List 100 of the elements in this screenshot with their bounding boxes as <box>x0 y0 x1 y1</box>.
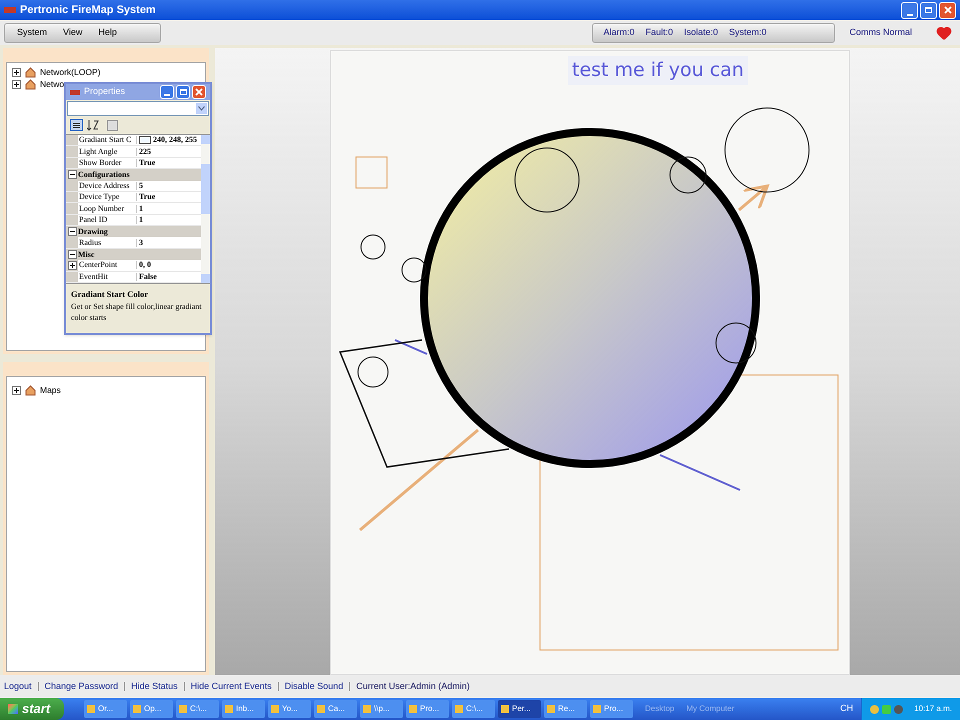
taskbar-button[interactable]: Re... <box>544 700 587 718</box>
sort-alphabetical-icon[interactable] <box>87 119 99 131</box>
taskbar-button[interactable]: Op... <box>130 700 173 718</box>
taskbar-button[interactable]: Pro... <box>590 700 633 718</box>
color-swatch <box>139 136 151 144</box>
toolbar-label[interactable]: My Computer <box>686 703 734 715</box>
house-icon <box>25 79 36 90</box>
property-name: Light Angle <box>78 148 118 156</box>
maximize-button[interactable] <box>920 2 937 18</box>
toolbar-label[interactable]: Desktop <box>645 703 674 715</box>
menu-item[interactable]: View <box>63 26 82 40</box>
arrow-shape[interactable] <box>738 184 769 212</box>
circle-shape[interactable] <box>360 234 386 260</box>
expander-icon[interactable] <box>12 80 21 89</box>
property-value: 1 <box>139 204 143 213</box>
expander-icon[interactable] <box>68 250 76 260</box>
property-value: 3 <box>139 238 143 247</box>
scrollbar[interactable] <box>201 135 210 283</box>
description-text: Get or Set shape fill color,linear gradiant color starts <box>71 300 203 323</box>
minimize-button[interactable] <box>901 2 918 18</box>
footer-link[interactable]: Logout <box>4 680 32 694</box>
properties-title: Properties <box>84 85 126 98</box>
property-name: Radius <box>78 238 102 247</box>
status-counter: Alarm:0 <box>603 26 634 39</box>
footer-link[interactable]: Change Password <box>44 680 118 694</box>
square-outline[interactable] <box>338 339 510 468</box>
taskbar-button[interactable]: C:\... <box>452 700 495 718</box>
taskbar-button[interactable]: C:\... <box>176 700 219 718</box>
expander-icon[interactable] <box>68 170 76 180</box>
status-counter: Fault:0 <box>646 26 674 39</box>
row-gutter <box>66 203 78 214</box>
taskbar-button[interactable]: Yo... <box>268 700 311 718</box>
maximize-button[interactable] <box>176 85 190 99</box>
footer-link[interactable]: Disable Sound <box>284 680 344 694</box>
category-label: Misc <box>78 250 94 259</box>
circle-shape[interactable] <box>514 148 580 212</box>
row-gutter <box>66 135 78 146</box>
start-button[interactable]: start <box>0 698 64 720</box>
property-value: 1 <box>139 216 143 224</box>
circle-shape[interactable] <box>358 356 388 388</box>
heart-icon <box>936 24 952 40</box>
property-name: Panel ID <box>78 216 108 224</box>
property-name: Device Type <box>78 193 120 202</box>
language-indicator[interactable]: CH <box>840 702 854 716</box>
connector-line[interactable] <box>394 339 428 355</box>
property-value: 240, 248, 255 <box>153 136 197 144</box>
property-name: Gradiant Start C <box>78 136 132 144</box>
footer-link[interactable]: Hide Current Events <box>190 680 272 694</box>
category-label: Drawing <box>78 228 108 236</box>
property-value: 225 <box>139 148 151 156</box>
expander-icon[interactable] <box>68 227 76 236</box>
close-button[interactable] <box>939 2 956 18</box>
dropdown-arrow-icon <box>196 103 207 114</box>
gradient-circle-shape[interactable] <box>420 128 760 468</box>
property-value: 5 <box>139 182 143 190</box>
taskbar-button[interactable]: \\p... <box>360 700 403 718</box>
tree-item[interactable]: Netwo <box>40 78 64 91</box>
taskbar-button[interactable]: Per... <box>498 700 541 718</box>
property-name: CenterPoint <box>78 261 118 270</box>
tree-item[interactable]: Network(LOOP) <box>40 66 100 79</box>
app-icon <box>70 90 80 94</box>
taskbar-button[interactable]: Or... <box>84 700 127 718</box>
close-button[interactable] <box>192 85 206 99</box>
row-gutter <box>66 192 78 202</box>
house-icon <box>25 385 36 396</box>
comms-status: Comms Normal <box>849 26 912 39</box>
footer-link[interactable]: Hide Status <box>131 680 178 694</box>
tree-item[interactable]: Maps <box>40 384 61 397</box>
expander-icon[interactable] <box>12 386 21 395</box>
property-name: Show Border <box>78 158 122 167</box>
close-icon <box>195 88 203 96</box>
property-value: True <box>139 158 156 167</box>
circle-shape[interactable] <box>716 322 756 364</box>
property-name: Loop Number <box>78 204 126 213</box>
status-counter: System:0 <box>729 26 767 39</box>
taskbar-button[interactable]: Pro... <box>406 700 449 718</box>
property-name: EventHit <box>78 272 109 281</box>
category-label: Configurations <box>78 170 130 179</box>
property-name: Device Address <box>78 182 130 190</box>
house-icon <box>25 67 36 78</box>
menu-item[interactable]: Help <box>98 26 117 40</box>
current-user: Current User:Admin (Admin) <box>356 680 470 693</box>
menu-item[interactable]: System <box>17 26 48 40</box>
expander-icon[interactable] <box>12 68 21 77</box>
circle-shape[interactable] <box>724 108 810 192</box>
window-title: Pertronic FireMap System <box>20 2 156 18</box>
clock: 10:17 a.m. <box>914 703 952 715</box>
circle-shape[interactable] <box>402 258 426 282</box>
canvas-label[interactable]: test me if you can <box>568 56 748 84</box>
property-value: False <box>139 272 157 281</box>
taskbar-button[interactable]: Inb... <box>222 700 265 718</box>
minimize-button[interactable] <box>160 85 174 99</box>
app-icon <box>4 7 16 13</box>
circle-shape[interactable] <box>670 156 706 194</box>
description-title: Gradiant Start Color <box>71 288 149 301</box>
windows-logo-icon <box>8 704 18 714</box>
taskbar-button[interactable]: Ca... <box>314 700 357 718</box>
status-counter: Isolate:0 <box>684 26 718 39</box>
categorized-icon[interactable] <box>70 119 83 131</box>
close-icon <box>944 6 952 14</box>
